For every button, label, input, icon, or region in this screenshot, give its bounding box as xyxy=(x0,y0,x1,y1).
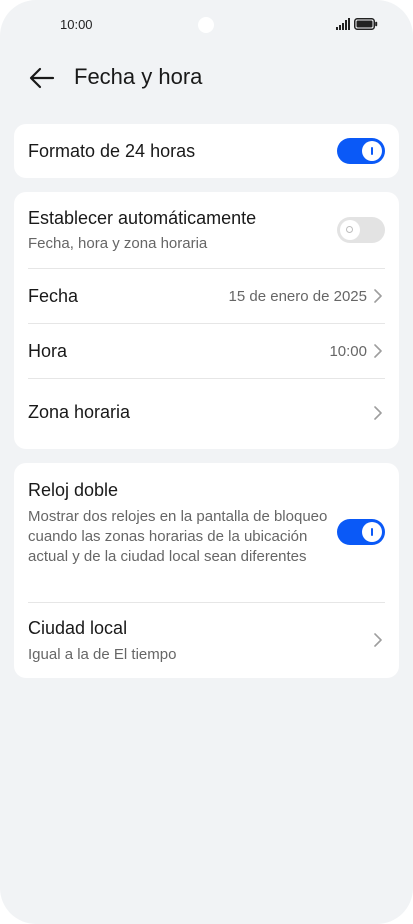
auto-set-sublabel: Fecha, hora y zona horaria xyxy=(28,235,208,252)
row-dual-clock[interactable]: Reloj doble Mostrar dos relojes en la pa… xyxy=(14,463,399,602)
format-24h-label: Formato de 24 horas xyxy=(28,141,196,161)
timezone-label: Zona horaria xyxy=(28,402,131,422)
local-city-sublabel: Igual a la de El tiempo xyxy=(28,646,177,663)
card-date-time: Establecer automáticamente Fecha, hora y… xyxy=(14,192,399,449)
dual-clock-toggle[interactable] xyxy=(337,519,385,545)
auto-set-toggle[interactable] xyxy=(337,217,385,243)
row-local-city[interactable]: Ciudad local Igual a la de El tiempo xyxy=(14,602,399,678)
chevron-right-icon xyxy=(374,289,382,303)
row-24h-format[interactable]: Formato de 24 horas xyxy=(14,124,399,178)
time-label: Hora xyxy=(28,341,68,361)
battery-icon xyxy=(354,18,378,30)
settings-screen: 10:00 Fecha y hora Formato de 24 horas E… xyxy=(0,0,413,924)
chevron-right-icon xyxy=(374,633,382,647)
chevron-right-icon xyxy=(374,406,382,420)
page-title: Fecha y hora xyxy=(74,64,203,89)
row-date[interactable]: Fecha 15 de enero de 2025 xyxy=(14,268,399,323)
dual-clock-sublabel: Mostrar dos relojes en la pantalla de bl… xyxy=(28,508,328,565)
front-camera xyxy=(198,17,214,33)
card-24h-format: Formato de 24 horas xyxy=(14,124,399,178)
chevron-right-icon xyxy=(374,344,382,358)
time-value: 10:00 xyxy=(329,343,367,360)
status-time: 10:00 xyxy=(60,17,93,32)
signal-icon xyxy=(336,18,350,30)
toggle-knob xyxy=(340,220,360,240)
row-time[interactable]: Hora 10:00 xyxy=(14,323,399,378)
toggle-knob xyxy=(362,522,382,542)
row-timezone[interactable]: Zona horaria xyxy=(14,378,399,449)
status-bar: 10:00 xyxy=(0,0,413,50)
dual-clock-label: Reloj doble xyxy=(28,480,119,500)
header: Fecha y hora xyxy=(0,54,413,102)
toggle-knob xyxy=(362,141,382,161)
row-auto-set[interactable]: Establecer automáticamente Fecha, hora y… xyxy=(14,192,399,268)
date-value: 15 de enero de 2025 xyxy=(228,288,367,305)
auto-set-label: Establecer automáticamente xyxy=(28,208,257,228)
back-button[interactable] xyxy=(22,58,62,98)
local-city-label: Ciudad local xyxy=(28,618,128,638)
date-label: Fecha xyxy=(28,286,79,306)
card-dual-clock: Reloj doble Mostrar dos relojes en la pa… xyxy=(14,463,399,678)
format-24h-toggle[interactable] xyxy=(337,138,385,164)
arrow-left-icon xyxy=(29,67,55,89)
